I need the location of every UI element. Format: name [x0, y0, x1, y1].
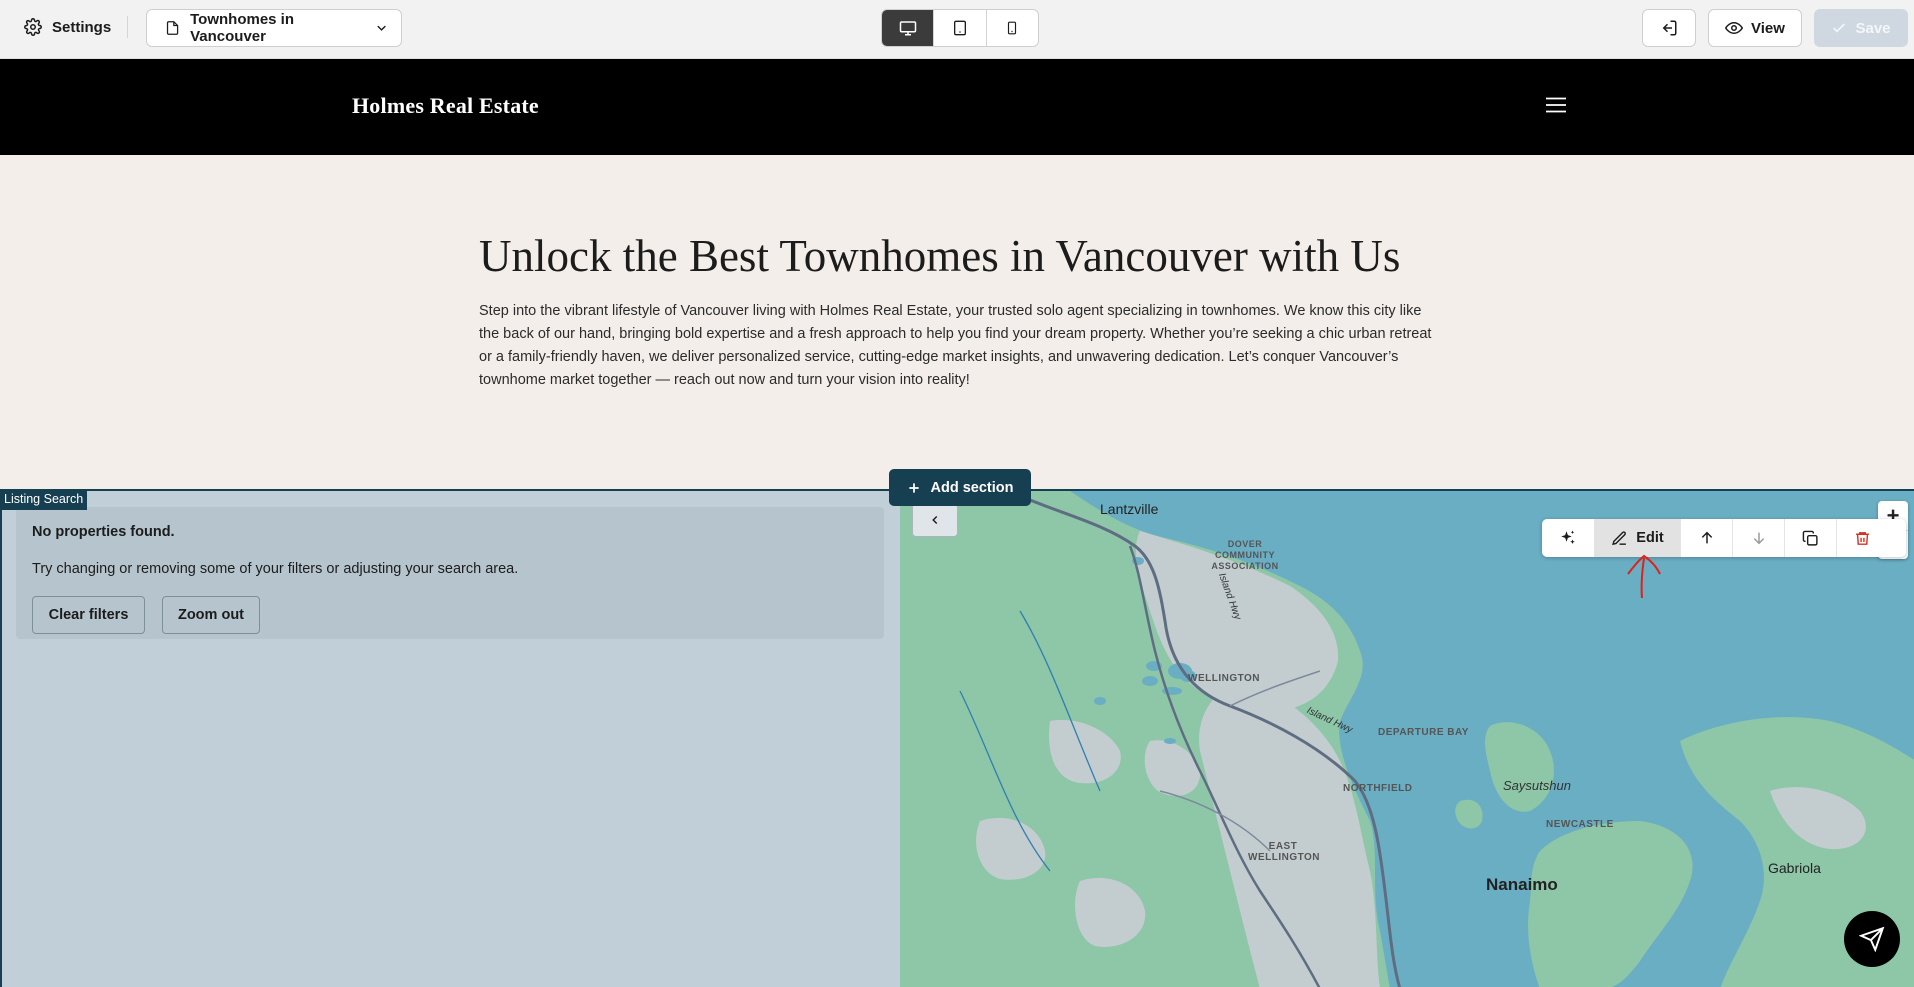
hamburger-menu-icon[interactable] — [1546, 97, 1566, 113]
edit-label: Edit — [1636, 530, 1664, 546]
empty-results-card: No properties found. Try changing or rem… — [16, 507, 884, 639]
map-label-east-wellington: EAST WELLINGTON — [1248, 841, 1321, 863]
arrow-down-icon — [1753, 532, 1764, 545]
chevron-left-icon — [932, 515, 938, 525]
chevron-down-icon — [377, 25, 386, 31]
empty-results-title: No properties found. — [32, 524, 175, 540]
device-switcher — [881, 9, 1039, 47]
hero-description: Step into the vibrant lifestyle of Vanco… — [479, 303, 1432, 388]
ai-sparkle-button[interactable] — [1542, 519, 1594, 557]
send-icon — [1859, 926, 1885, 952]
map-label-dover: DOVER COMMUNITY ASSOCIATION — [1200, 539, 1290, 572]
map-label-wellington: WELLINGTON — [1188, 673, 1261, 684]
map[interactable]: Lantzville DOVER COMMUNITY ASSOCIATION I… — [900, 491, 1914, 987]
map-label-east-wellington-text: EAST WELLINGTON — [1248, 841, 1321, 863]
listing-results-panel: No properties found. Try changing or rem… — [2, 491, 900, 987]
pencil-icon — [1612, 530, 1627, 545]
divider — [127, 16, 128, 38]
view-label: View — [1751, 19, 1785, 37]
copy-icon — [1802, 530, 1818, 546]
map-label-saysutshun: Saysutshun — [1503, 778, 1571, 793]
settings-button[interactable]: Settings — [24, 14, 111, 40]
delete-button[interactable] — [1836, 519, 1888, 557]
map-terrain — [900, 491, 1914, 987]
save-label: Save — [1855, 19, 1891, 37]
red-arrow-annotation — [1627, 554, 1661, 599]
clear-filters-button[interactable]: Clear filters — [32, 596, 145, 634]
exit-editor-button[interactable] — [1642, 9, 1696, 47]
page-name: Townhomes in Vancouver — [190, 11, 294, 45]
add-section-button[interactable]: Add section — [889, 469, 1031, 506]
log-in-icon — [1662, 20, 1677, 36]
desktop-icon — [899, 21, 916, 36]
section-toolbar: Edit — [1542, 519, 1906, 557]
collapse-panel-button[interactable] — [912, 503, 958, 537]
map-label-northfield: NORTHFIELD — [1343, 783, 1413, 794]
check-icon — [1833, 23, 1846, 33]
move-down-button[interactable] — [1732, 519, 1784, 557]
file-icon — [166, 21, 179, 35]
hero-title: Unlock the Best Townhomes in Vancouver w… — [479, 231, 1401, 281]
mobile-icon — [1008, 21, 1017, 35]
map-label-nanaimo: Nanaimo — [1486, 875, 1558, 894]
send-fab-button[interactable] — [1844, 911, 1900, 967]
map-label-gabriola: Gabriola — [1768, 860, 1821, 876]
zoom-out-button[interactable]: Zoom out — [162, 596, 260, 634]
gear-icon — [24, 18, 42, 36]
map-label-newcastle: NEWCASTLE — [1546, 819, 1614, 830]
site-brand[interactable]: Holmes Real Estate — [352, 93, 539, 119]
site-header: Holmes Real Estate — [0, 59, 1914, 155]
map-label-departure-bay: DEPARTURE BAY — [1378, 727, 1469, 738]
duplicate-button[interactable] — [1784, 519, 1836, 557]
tablet-view-button[interactable] — [933, 10, 985, 46]
add-section-label: Add section — [930, 479, 1014, 496]
arrow-up-icon — [1701, 531, 1712, 544]
view-button[interactable]: View — [1708, 9, 1802, 47]
map-label-dover-text: DOVER COMMUNITY ASSOCIATION — [1211, 539, 1279, 571]
map-label-lantzville: Lantzville — [1100, 501, 1159, 517]
plus-icon — [908, 482, 919, 493]
desktop-view-button[interactable] — [882, 10, 934, 46]
section-tag: Listing Search — [0, 489, 88, 510]
sparkles-icon — [1561, 530, 1575, 544]
tablet-icon — [953, 20, 966, 36]
editor-topbar: Settings Townhomes in Vancouver View Sav… — [0, 0, 1914, 59]
move-up-button[interactable] — [1680, 519, 1732, 557]
mobile-view-button[interactable] — [985, 10, 1038, 46]
page-selector[interactable]: Townhomes in Vancouver — [146, 9, 402, 47]
save-button[interactable]: Save — [1814, 9, 1908, 47]
empty-results-message: Try changing or removing some of your fi… — [32, 561, 519, 577]
settings-label: Settings — [52, 18, 112, 36]
trash-icon — [1856, 531, 1869, 545]
eye-icon — [1725, 21, 1744, 35]
